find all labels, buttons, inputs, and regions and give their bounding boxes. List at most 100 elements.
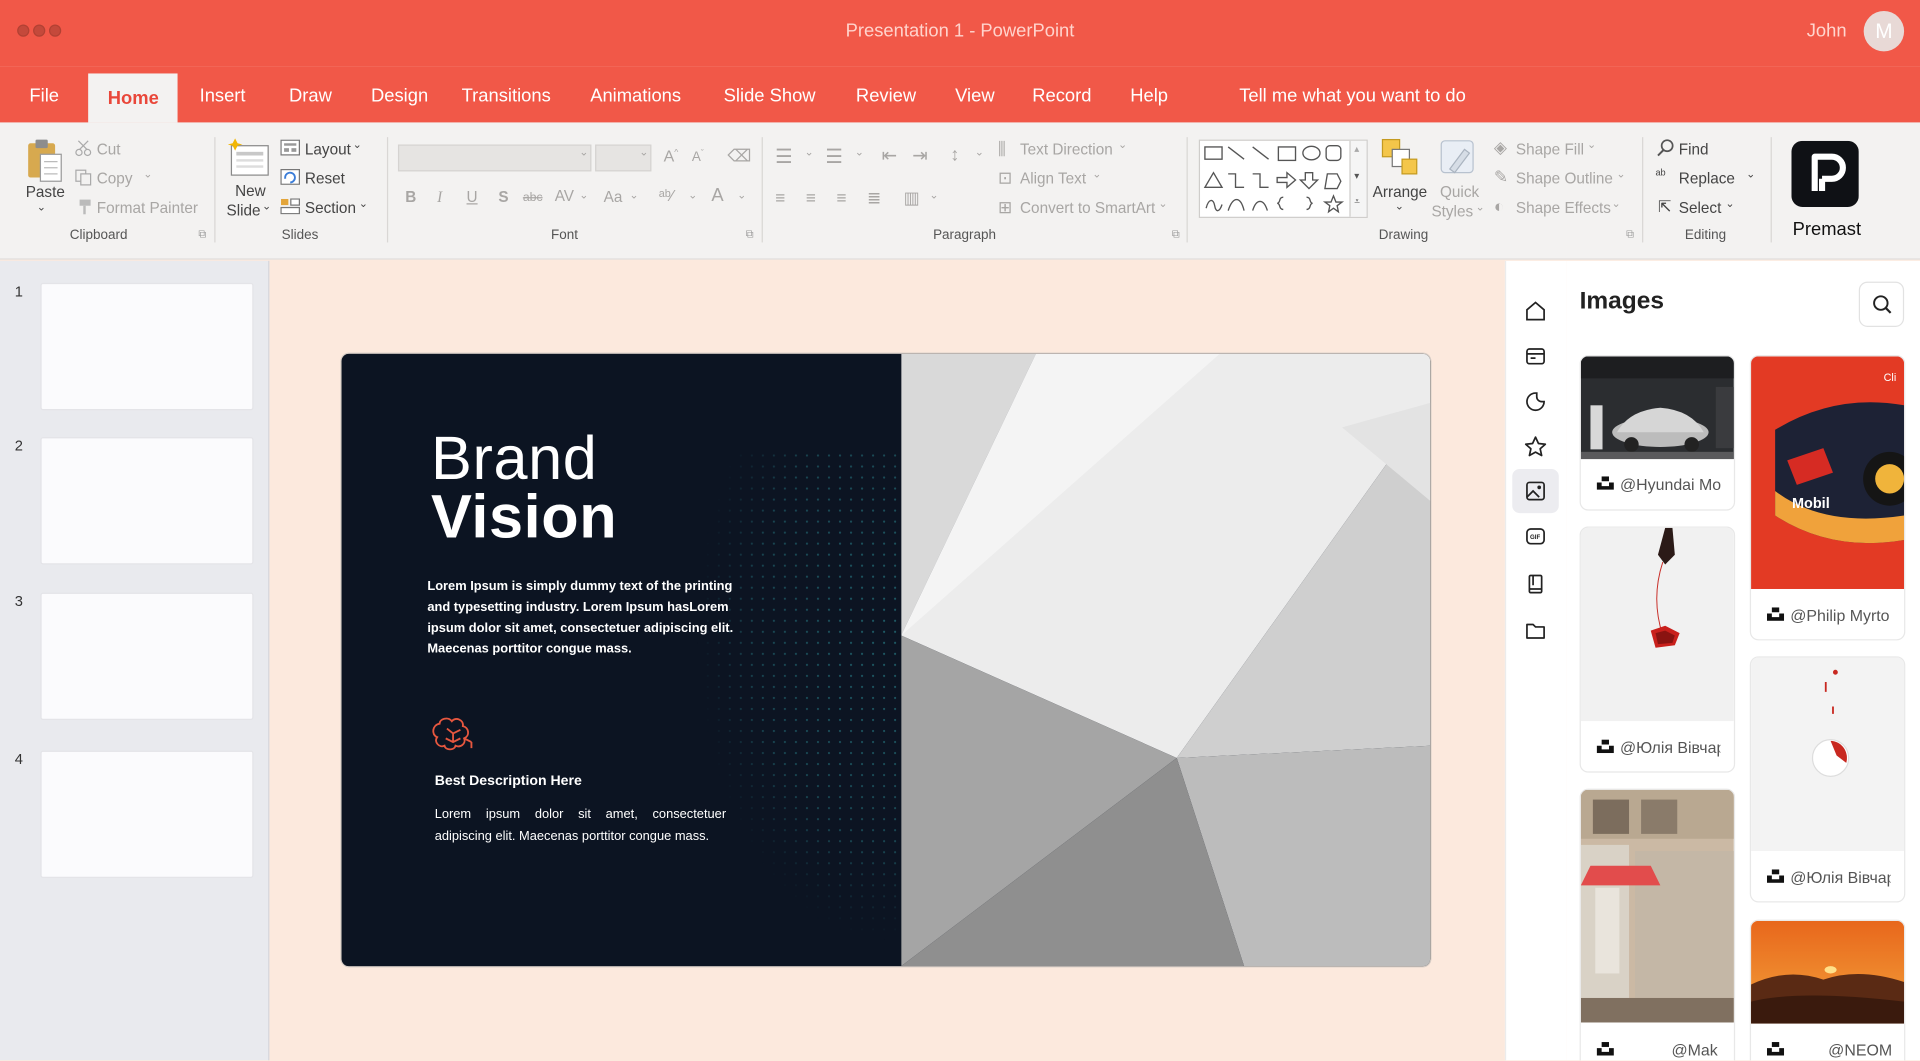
clear-formatting-icon[interactable]: ⌫ (727, 146, 751, 167)
tab-record[interactable]: Record (1032, 86, 1091, 107)
image-icon[interactable] (1512, 469, 1559, 513)
new-slide-button-line2[interactable]: Slide (227, 202, 261, 219)
book-icon[interactable] (1520, 568, 1552, 600)
increase-font-icon[interactable]: A^ (664, 147, 679, 165)
image-card[interactable]: @Hyundai Mo (1579, 355, 1736, 511)
section-chevron-icon[interactable]: ⌄ (359, 197, 368, 210)
new-slide-icon[interactable] (227, 137, 272, 179)
slide-thumbnail-2[interactable] (40, 437, 254, 565)
tell-me-search[interactable]: Tell me what you want to do (1239, 86, 1466, 107)
font-launcher-icon[interactable]: ⧉ (746, 228, 754, 241)
shape-effects-button[interactable]: Shape Effects (1516, 200, 1611, 217)
bullets-chevron-icon[interactable]: ⌄ (804, 146, 813, 159)
highlight-icon[interactable]: ᵃᵇ⁄ (659, 186, 674, 204)
align-center-icon[interactable]: ≡ (806, 187, 816, 207)
increase-indent-icon[interactable]: ⇥ (912, 144, 927, 167)
scroll-down-icon[interactable]: ▾ (1354, 170, 1359, 181)
case-chevron-icon[interactable]: ⌄ (629, 189, 638, 202)
gallery-more-icon[interactable]: ⩡ (1354, 196, 1360, 208)
shape-fill-button[interactable]: Shape Fill (1516, 141, 1584, 158)
tab-review[interactable]: Review (856, 86, 916, 107)
numbering-icon[interactable]: ☰ (825, 144, 843, 168)
text-direction-button[interactable]: Text Direction (1020, 141, 1113, 158)
tab-draw[interactable]: Draw (289, 86, 332, 107)
star-icon[interactable] (1520, 431, 1552, 463)
image-thumbnail[interactable] (1751, 920, 1905, 1024)
new-slide-chevron-icon[interactable]: ⌄ (262, 200, 271, 213)
drawing-launcher-icon[interactable]: ⧉ (1626, 228, 1634, 241)
image-card[interactable]: Mobil Cli @Philip Myrto (1749, 355, 1906, 641)
premast-button[interactable]: Premast (1793, 219, 1861, 240)
premast-logo-icon[interactable] (1791, 140, 1859, 207)
image-author[interactable]: @Mak (1671, 1041, 1717, 1059)
shapes-scroll[interactable]: ▴ ▾ ⩡ (1349, 140, 1367, 217)
copy-chevron-icon[interactable]: ⌄ (143, 168, 152, 181)
home-icon[interactable] (1520, 295, 1552, 327)
text-direction-chevron-icon[interactable]: ⌄ (1118, 138, 1127, 151)
arrange-chevron-icon[interactable]: ⌄ (1395, 200, 1404, 213)
image-card[interactable]: @NEOM (1749, 919, 1906, 1061)
sticker-icon[interactable] (1520, 386, 1552, 418)
cut-button[interactable]: Cut (97, 141, 121, 158)
quick-styles-button-line2[interactable]: Styles (1431, 203, 1473, 220)
format-painter-button[interactable]: Format Painter (97, 200, 198, 217)
avatar[interactable]: M (1863, 11, 1905, 52)
replace-chevron-icon[interactable]: ⌄ (1746, 168, 1755, 181)
tab-transitions[interactable]: Transitions (462, 86, 551, 107)
image-card[interactable]: @Юлія Вівчар (1749, 656, 1906, 903)
copy-button[interactable]: Copy (97, 170, 133, 187)
scroll-up-icon[interactable]: ▴ (1354, 143, 1359, 154)
slide-body-text[interactable]: Lorem Ipsum is simply dummy text of the … (427, 577, 755, 660)
character-spacing-button[interactable]: AV (555, 187, 574, 204)
align-text-button[interactable]: Align Text (1020, 170, 1086, 187)
image-thumbnail[interactable]: Mobil Cli (1751, 356, 1905, 589)
gif-icon[interactable]: GIF (1520, 520, 1552, 552)
image-author[interactable]: @Юлія Вівчар (1620, 738, 1720, 756)
replace-button[interactable]: Replace (1679, 170, 1735, 187)
search-icon[interactable] (1860, 283, 1905, 328)
arrange-icon[interactable] (1380, 137, 1419, 179)
image-author[interactable]: @Philip Myrto (1790, 606, 1890, 624)
quick-styles-icon[interactable] (1438, 137, 1480, 179)
bullets-icon[interactable]: ☰ (775, 144, 793, 168)
new-slide-button-line1[interactable]: New (235, 182, 266, 199)
slide-thumbnail-4[interactable] (40, 750, 254, 878)
slide-canvas[interactable]: Brand Vision Lorem Ipsum is simply dummy… (341, 353, 1431, 967)
user-name[interactable]: John (1807, 21, 1847, 42)
numbering-chevron-icon[interactable]: ⌄ (855, 146, 864, 159)
smartart-chevron-icon[interactable]: ⌄ (1158, 197, 1167, 210)
select-button[interactable]: Select (1679, 200, 1722, 217)
paste-button[interactable]: Paste (26, 184, 65, 201)
clipboard-launcher-icon[interactable]: ⧉ (198, 228, 206, 241)
align-right-icon[interactable]: ≡ (836, 187, 846, 207)
justify-icon[interactable]: ≣ (867, 187, 881, 208)
strikethrough-button[interactable]: abc (523, 191, 543, 204)
font-family-chevron-icon[interactable]: ⌄ (579, 146, 588, 159)
image-thumbnail[interactable] (1580, 789, 1734, 1023)
folder-icon[interactable] (1520, 613, 1552, 645)
templates-icon[interactable] (1520, 340, 1552, 372)
line-spacing-chevron-icon[interactable]: ⌄ (975, 146, 984, 159)
tab-design[interactable]: Design (371, 86, 428, 107)
layout-chevron-icon[interactable]: ⌄ (353, 138, 362, 151)
line-spacing-icon[interactable]: ↕ (950, 144, 959, 165)
tab-help[interactable]: Help (1130, 86, 1168, 107)
find-button[interactable]: Find (1679, 141, 1709, 158)
image-author[interactable]: @Юлія Вівчар (1790, 868, 1890, 886)
reset-button[interactable]: Reset (305, 170, 345, 187)
tab-animations[interactable]: Animations (590, 86, 681, 107)
decrease-font-icon[interactable]: Aˇ (692, 149, 704, 164)
font-family-select[interactable] (397, 144, 592, 172)
columns-chevron-icon[interactable]: ⌄ (929, 189, 938, 202)
image-author[interactable]: @NEOM (1828, 1041, 1892, 1059)
columns-icon[interactable]: ▥ (904, 187, 920, 208)
convert-smartart-button[interactable]: Convert to SmartArt (1020, 200, 1155, 217)
image-card[interactable]: @Mak (1579, 788, 1736, 1061)
underline-button[interactable]: U (467, 189, 478, 206)
slide-thumbnail-3[interactable] (40, 592, 254, 721)
quick-styles-chevron-icon[interactable]: ⌄ (1476, 201, 1485, 214)
quick-styles-button-line1[interactable]: Quick (1440, 184, 1479, 201)
font-size-chevron-icon[interactable]: ⌄ (639, 146, 648, 159)
align-left-icon[interactable]: ≡ (775, 187, 785, 207)
tab-view[interactable]: View (955, 86, 994, 107)
